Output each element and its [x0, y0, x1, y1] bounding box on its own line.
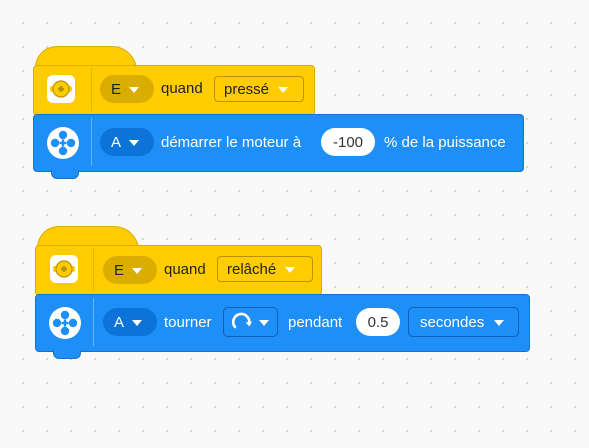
start-motor-label: démarrer le moteur à: [161, 134, 302, 151]
port-dropdown-value: A: [111, 133, 122, 151]
event-dropdown-value: relâché: [227, 260, 277, 278]
action-block-notch: [53, 350, 81, 359]
force-sensor-icon: [47, 75, 75, 103]
force-sensor-icon: [50, 255, 78, 283]
duration-input[interactable]: 0.5: [356, 308, 400, 336]
chevron-down-icon: [278, 87, 289, 93]
event-dropdown-pressed[interactable]: pressé: [214, 76, 304, 102]
power-percent-label: % de la puissance: [384, 134, 506, 151]
chevron-down-icon: [129, 87, 140, 93]
port-dropdown-e[interactable]: E: [100, 75, 154, 103]
block-divider: [93, 298, 94, 346]
power-input[interactable]: -100: [321, 128, 375, 156]
chevron-down-icon: [259, 320, 269, 326]
clockwise-arrow-icon: [231, 312, 252, 329]
motor-icon: [47, 127, 79, 159]
block-divider: [93, 248, 94, 291]
duration-label: pendant: [288, 314, 343, 331]
port-dropdown-value: E: [114, 261, 125, 279]
unit-dropdown-value: secondes: [420, 313, 485, 331]
direction-dropdown[interactable]: [223, 307, 278, 337]
port-dropdown-e[interactable]: E: [103, 256, 157, 284]
action-block-notch: [51, 170, 79, 179]
chevron-down-icon: [132, 268, 143, 274]
port-dropdown-value: A: [114, 313, 125, 331]
when-label: quand: [161, 80, 203, 97]
block-divider: [91, 118, 92, 166]
turn-label: tourner: [164, 314, 212, 331]
unit-dropdown[interactable]: secondes: [408, 307, 519, 337]
when-label: quand: [164, 261, 206, 278]
chevron-down-icon: [129, 140, 140, 146]
chevron-down-icon: [285, 267, 296, 273]
motor-icon: [49, 307, 81, 339]
port-dropdown-a[interactable]: A: [103, 308, 157, 336]
port-dropdown-a[interactable]: A: [100, 128, 154, 156]
event-dropdown-released[interactable]: relâché: [217, 256, 313, 282]
event-dropdown-value: pressé: [224, 80, 270, 98]
chevron-down-icon: [132, 320, 143, 326]
chevron-down-icon: [494, 320, 505, 326]
port-dropdown-value: E: [111, 80, 122, 98]
block-divider: [91, 68, 92, 111]
